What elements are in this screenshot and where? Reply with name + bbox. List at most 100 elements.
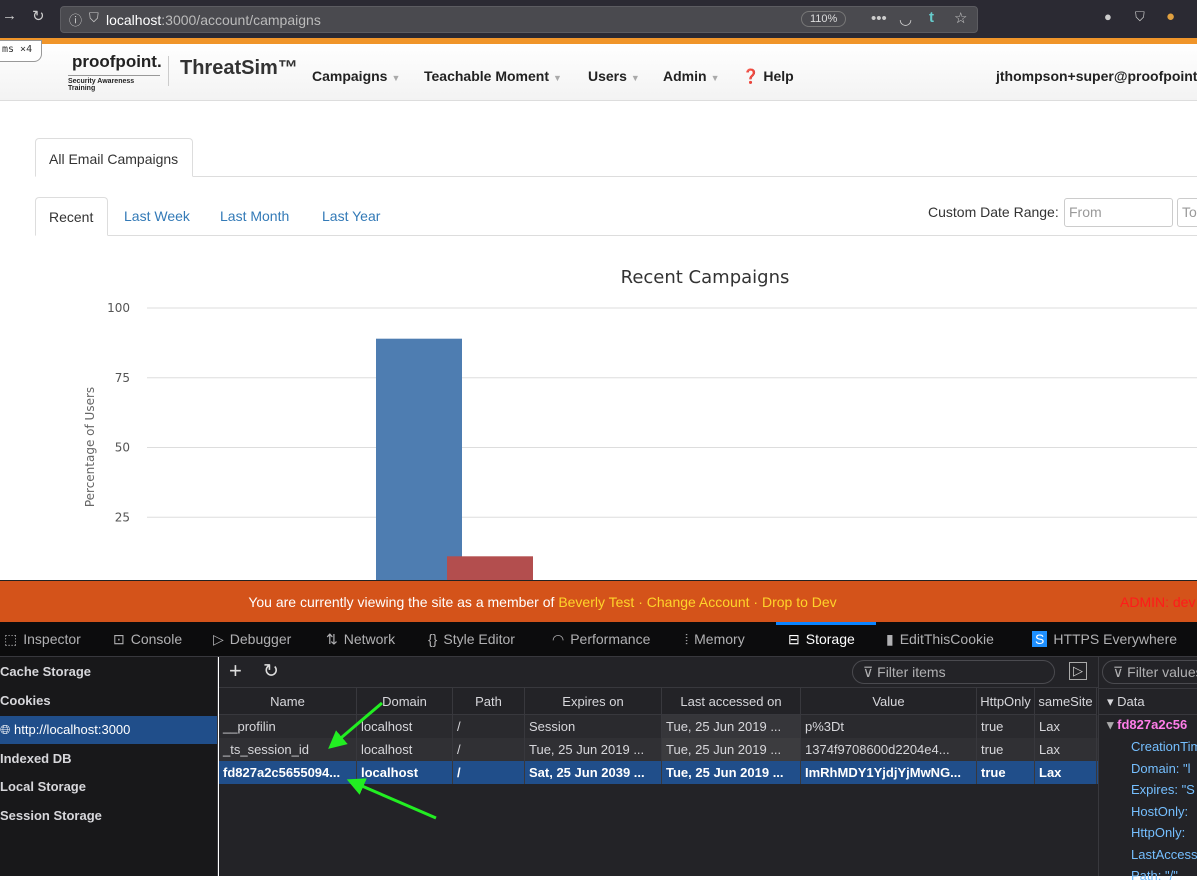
cookie-key[interactable]: ▾ fd827a2c56 [1107,717,1187,733]
cookie-property[interactable]: LastAccess [1131,847,1197,862]
column-header[interactable]: Last accessed on [662,688,801,715]
filter-values-input[interactable]: ⊽ Filter values [1102,660,1197,684]
ublock-icon[interactable]: ⛉ [1135,9,1145,25]
cookie-icon[interactable]: ● [1166,8,1175,25]
column-header[interactable]: Path [453,688,525,715]
column-header[interactable]: Domain [357,688,453,715]
extension-info-icon[interactable]: ● [1104,9,1112,24]
info-icon[interactable]: ⓘ [69,10,82,29]
column-header[interactable]: HttpOnly [977,688,1035,715]
table-cell: Lax [1035,715,1097,738]
banner-account-link[interactable]: Beverly Test [558,594,634,610]
cookie-property[interactable]: HostOnly: [1131,804,1188,819]
tab-https-everywhere[interactable]: S HTTPS Everywhere [1032,631,1177,647]
tab-last-week[interactable]: Last Week [124,208,190,224]
drop-to-dev-link[interactable]: Drop to Dev [762,594,837,610]
tab-editthiscookie[interactable]: ▮ EditThisCookie [886,631,994,648]
tumblr-icon[interactable]: t [929,9,934,26]
cookie-row[interactable]: _ts_session_id localhost / Tue, 25 Jun 2019… [219,738,1098,761]
tab-storage[interactable]: ⊟ Storage [788,631,855,648]
refresh-icon[interactable]: ↻ [263,660,279,683]
forward-icon[interactable]: → [2,7,17,24]
dev-tag: ms ×4 [0,40,42,62]
tab-memory[interactable]: ⦙ Memory [685,631,745,648]
proofpoint-logo[interactable]: proofpoint. [72,52,162,72]
sidebar-local-storage[interactable]: Local Storage [0,773,217,801]
url-path: :3000/account/campaigns [161,12,321,28]
tab-recent[interactable]: Recent [35,197,108,236]
bar-series-1[interactable] [376,338,462,587]
editthiscookie-icon: ▮ [886,631,894,647]
column-header[interactable]: sameSite [1035,688,1097,715]
toggle-sidebar-icon[interactable]: ▷ [1069,662,1087,680]
add-icon[interactable]: + [229,658,242,684]
y-tick-label: 25 [115,510,130,524]
logo-subtitle: Security Awareness Training [68,75,160,92]
storage-icon: ⊟ [788,631,800,647]
shield-icon[interactable]: ⛉ [89,10,99,26]
tab-style-editor[interactable]: {} Style Editor [428,631,515,647]
nav-teachable-moment[interactable]: Teachable Moment ▼ [424,68,562,84]
debugger-icon: ▷ [213,631,224,647]
active-tab-indicator [776,622,876,625]
account-banner: You are currently viewing the site as a … [0,580,1197,622]
network-icon: ⇅ [326,631,338,647]
url-host: localhost [106,12,162,28]
tab-performance[interactable]: ◠ Performance [552,631,650,648]
reload-icon[interactable]: ↻ [32,7,45,25]
sidebar-cache-storage[interactable]: Cache Storage [0,658,217,686]
tab-last-month[interactable]: Last Month [220,208,289,224]
more-icon[interactable]: ••• [871,10,887,27]
tab-inspector[interactable]: ⬚ Inspector [4,631,81,648]
url-bar[interactable]: ⓘ ⛉ localhost:3000/account/campaigns 110… [60,6,978,33]
cookie-row[interactable]: __profilin localhost / Session Tue, 25 Jun 2… [219,715,1098,738]
table-cell: / [453,761,525,784]
filter-items-input[interactable]: ⊽ Filter items [852,660,1055,684]
recent-campaigns-chart: Recent Campaigns Percentage of Users 025… [83,267,1197,590]
table-cell: 1374f9708600d2204e4... [801,738,977,761]
nav-admin[interactable]: Admin ▼ [663,68,719,84]
tab-debugger[interactable]: ▷ Debugger [213,631,291,648]
star-icon[interactable]: ☆ [954,9,967,27]
data-header[interactable]: ▾ Data [1099,688,1197,715]
banner-message: You are currently viewing the site as a … [248,594,555,610]
storage-sidebar: Cache Storage Cookies 🌐︎ http://localhos… [0,657,218,876]
nav-campaigns[interactable]: Campaigns ▼ [312,68,400,84]
sidebar-indexed-db[interactable]: Indexed DB [0,745,217,773]
user-menu[interactable]: jthompson+super@proofpoint [996,68,1197,84]
nav-users[interactable]: Users ▼ [588,68,640,84]
y-tick-label: 75 [115,371,130,385]
column-header[interactable]: Name [219,688,357,715]
cookie-property[interactable]: CreationTime [1131,739,1197,754]
threatsim-logo[interactable]: ThreatSim™ [180,57,298,80]
cookie-property[interactable]: Expires: "S [1131,782,1195,797]
table-cell: __profilin [219,715,357,738]
column-header[interactable]: Value [801,688,977,715]
cookie-property[interactable]: HttpOnly: [1131,825,1185,840]
pocket-icon[interactable]: ◡ [899,10,912,28]
y-tick-label: 50 [115,441,130,455]
table-cell: Sat, 25 Jun 2039 ... [525,761,662,784]
to-date-input[interactable]: To [1177,198,1197,227]
zoom-level[interactable]: 110% [801,11,847,27]
column-header[interactable]: Expires on [525,688,662,715]
console-icon: ⊡ [113,631,125,647]
nav-help[interactable]: ❓ Help [742,68,794,85]
sidebar-session-storage[interactable]: Session Storage [0,802,217,830]
data-panel: ⊽ Filter values ▾ Data ▾ fd827a2c56 Crea… [1098,657,1197,883]
change-account-link[interactable]: Change Account [647,594,750,610]
sidebar-cookies[interactable]: Cookies [0,687,217,715]
date-range-label: Custom Date Range: [928,204,1059,220]
table-cell: Tue, 25 Jun 2019 ... [662,738,801,761]
tab-network[interactable]: ⇅ Network [326,631,395,648]
from-date-input[interactable]: From [1064,198,1173,227]
cookie-row[interactable]: fd827a2c5655094... localhost / Sat, 25 Jun … [219,761,1098,784]
table-cell: true [977,761,1035,784]
table-cell: localhost [357,761,453,784]
chart-title: Recent Campaigns [621,267,790,288]
sidebar-localhost[interactable]: 🌐︎ http://localhost:3000 [0,716,217,744]
cookie-property[interactable]: Domain: "l [1131,761,1191,776]
tab-last-year[interactable]: Last Year [322,208,380,224]
tab-all-email-campaigns[interactable]: All Email Campaigns [35,138,193,177]
tab-console[interactable]: ⊡ Console [113,631,182,648]
